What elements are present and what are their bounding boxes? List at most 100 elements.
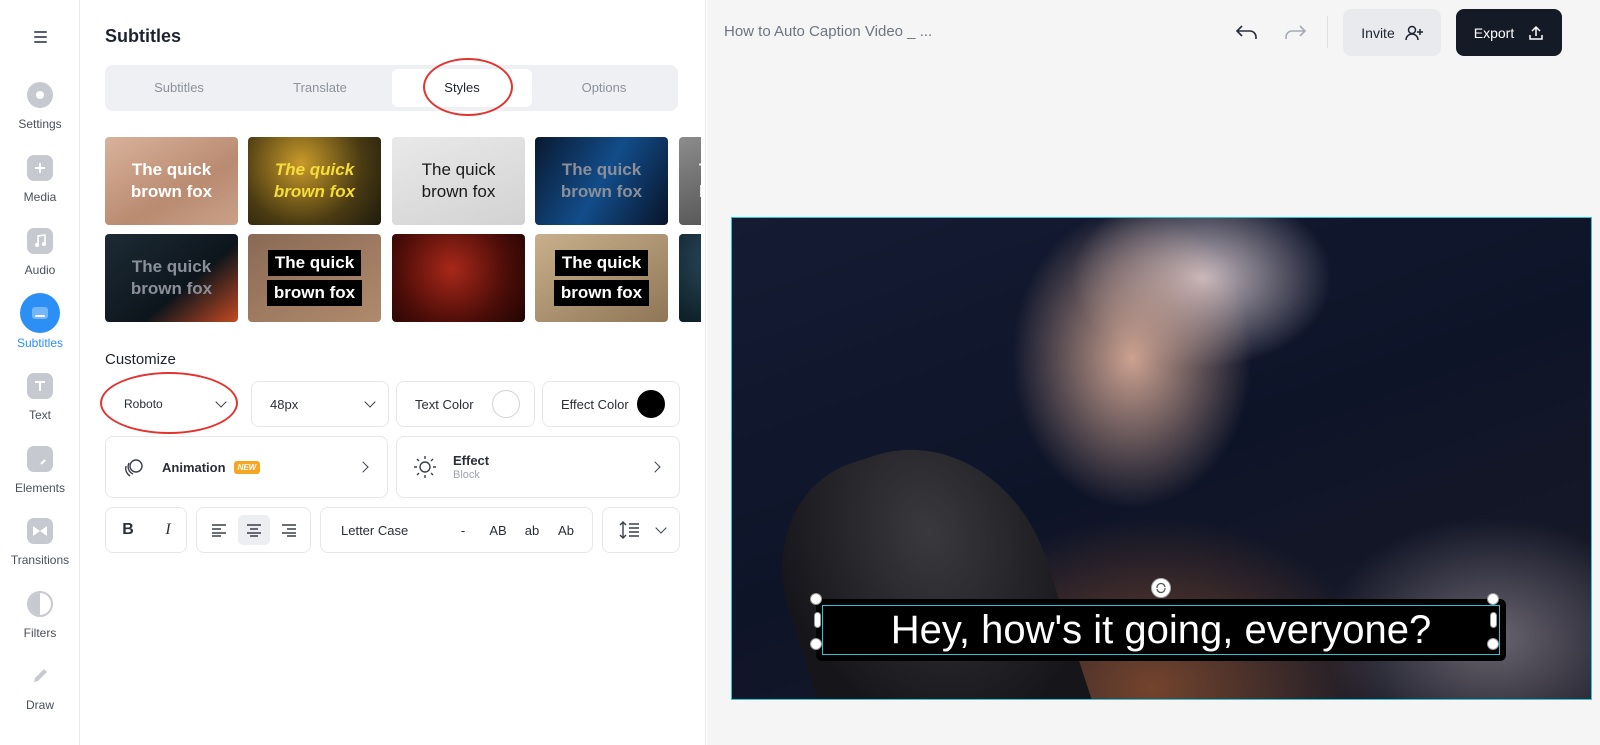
align-center-icon (247, 524, 261, 537)
preset-text: The quick (131, 257, 212, 276)
tab-options[interactable]: Options (534, 69, 674, 107)
chevron-down-icon (364, 396, 376, 408)
resize-handle-right[interactable] (1490, 612, 1497, 628)
rail-item-subtitles[interactable]: Subtitles (0, 293, 80, 370)
tab-subtitles[interactable]: Subtitles (109, 69, 249, 107)
text-icon (27, 373, 53, 399)
resize-handle-left[interactable] (814, 612, 821, 628)
rail-item-transitions[interactable]: Transitions (0, 518, 80, 588)
font-dropdown[interactable]: Roboto (105, 381, 240, 427)
effect-color-label: Effect Color (561, 396, 629, 412)
redo-icon (1285, 25, 1307, 39)
style-preset-8[interactable] (392, 234, 525, 322)
style-presets-grid: The quick brown fox The quick brown fox Th… (105, 137, 701, 323)
font-size-dropdown[interactable]: 48px (251, 381, 389, 427)
align-right-button[interactable] (273, 508, 305, 552)
panel-title: Subtitles (105, 26, 182, 46)
rail-label: Subtitles (16, 336, 64, 350)
project-title[interactable]: How to Auto Caption Video _ ... (724, 23, 932, 40)
panel-tabs: Subtitles Translate Styles Options (105, 65, 678, 111)
preset-text: The quick (554, 250, 649, 276)
rail-label: Text (28, 408, 51, 422)
align-right-icon (282, 524, 296, 537)
resize-handle-bottom-right[interactable] (1487, 638, 1499, 650)
effect-color-picker[interactable]: Effect Color (542, 381, 680, 427)
elements-icon (27, 446, 53, 472)
preset-text: The quick (274, 160, 355, 179)
video-preview[interactable]: Hey, how's it going, everyone? (731, 217, 1592, 700)
letter-case-label: Letter Case (341, 522, 409, 538)
style-preset-3[interactable]: The quick brown fox (392, 137, 525, 225)
hamburger-menu-icon[interactable] (28, 28, 52, 46)
invite-label: Invite (1361, 24, 1395, 41)
rail-item-text[interactable]: Text (0, 373, 80, 443)
animation-label: Animation (162, 459, 226, 475)
rail-label: Settings (18, 117, 62, 131)
tab-translate[interactable]: Translate (250, 69, 390, 107)
align-left-icon (212, 524, 226, 537)
preset-text: The quick (267, 250, 362, 276)
text-color-swatch[interactable] (492, 390, 520, 418)
style-preset-7[interactable]: The quick brown fox (248, 234, 381, 322)
style-preset-6[interactable]: The quick brown fox (105, 234, 238, 322)
case-lower-button[interactable]: ab (517, 508, 547, 552)
letter-case-group: Letter Case - AB ab Ab (320, 507, 593, 553)
animation-button[interactable]: Animation NEW (105, 436, 388, 498)
preset-text: The quick (561, 160, 642, 179)
undo-icon (1235, 25, 1257, 39)
resize-handle-top-right[interactable] (1487, 593, 1499, 605)
style-preset-10[interactable] (679, 234, 701, 322)
line-spacing-dropdown[interactable] (602, 507, 680, 553)
rail-label: Filters (23, 626, 57, 640)
tab-styles[interactable]: Styles (392, 69, 532, 107)
invite-button[interactable]: Invite (1343, 9, 1441, 56)
rotate-handle-icon[interactable] (1151, 578, 1171, 598)
style-preset-5[interactable]: Tb (679, 137, 701, 225)
resize-handle-bottom-left[interactable] (810, 638, 822, 650)
italic-button[interactable]: I (150, 508, 186, 552)
rail-item-elements[interactable]: Elements (0, 446, 80, 516)
animation-icon (125, 459, 143, 477)
align-left-button[interactable] (203, 508, 235, 552)
subtitles-panel: Subtitles Subtitles Translate Styles Opt… (80, 0, 706, 745)
export-button[interactable]: Export (1456, 9, 1562, 56)
bold-button[interactable]: B (110, 508, 146, 552)
add-user-icon (1404, 25, 1423, 40)
redo-button[interactable] (1280, 18, 1310, 48)
style-preset-9[interactable]: The quick brown fox (535, 234, 668, 322)
filters-icon (27, 591, 53, 617)
case-title-button[interactable]: Ab (551, 508, 581, 552)
rail-item-filters[interactable]: Filters (0, 591, 80, 661)
caption-text[interactable]: Hey, how's it going, everyone? (816, 599, 1506, 661)
rail-item-draw[interactable]: Draw (0, 663, 80, 733)
text-color-picker[interactable]: Text Color (396, 381, 535, 427)
font-size-value: 48px (270, 396, 299, 412)
media-icon (27, 155, 53, 181)
toolbar-divider (1327, 16, 1328, 48)
rail-label: Draw (25, 698, 54, 712)
top-bar: How to Auto Caption Video _ ... Invite E… (707, 0, 1600, 64)
rail-item-media[interactable]: Media (0, 155, 80, 225)
rail-item-settings[interactable]: Settings (0, 82, 80, 152)
resize-handle-top-left[interactable] (810, 593, 822, 605)
settings-icon (27, 82, 53, 108)
subtitles-icon (20, 293, 60, 333)
case-none-button[interactable]: - (451, 508, 475, 552)
effect-button[interactable]: Effect Block (396, 436, 680, 498)
style-preset-1[interactable]: The quick brown fox (105, 137, 238, 225)
preset-text: brown fox (421, 182, 496, 201)
rail-label: Elements (14, 481, 66, 495)
export-label: Export (1473, 24, 1515, 41)
undo-button[interactable] (1232, 18, 1262, 48)
chevron-right-icon (649, 461, 661, 473)
audio-icon (27, 228, 53, 254)
style-preset-4[interactable]: The quick brown fox (535, 137, 668, 225)
preset-text: brown fox (273, 182, 356, 201)
preset-text: brown fox (560, 182, 643, 201)
effect-color-swatch[interactable] (637, 390, 665, 418)
style-preset-2[interactable]: The quick brown fox (248, 137, 381, 225)
new-badge: NEW (233, 460, 261, 474)
rail-item-audio[interactable]: Audio (0, 228, 80, 298)
align-center-button[interactable] (238, 515, 270, 545)
case-upper-button[interactable]: AB (483, 508, 513, 552)
